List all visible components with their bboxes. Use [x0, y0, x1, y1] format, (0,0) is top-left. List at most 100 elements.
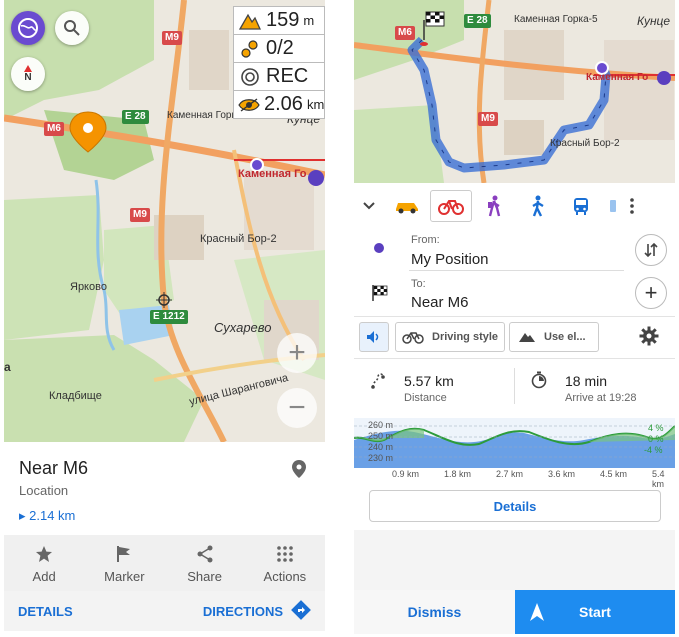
directions-icon [291, 599, 311, 623]
distance-value: 2.06 [264, 93, 303, 115]
zoom-in-button[interactable]: + [277, 333, 317, 373]
altitude-value: 159 [266, 9, 300, 31]
intermediate-points-widget[interactable]: 0/2 [233, 34, 325, 63]
compass-north-label: N [24, 72, 32, 83]
mode-bus[interactable] [561, 191, 601, 221]
altitude-unit: m [303, 13, 315, 28]
route-time-value: 18 min [565, 373, 608, 389]
gear-icon [639, 326, 659, 346]
elevation-chart[interactable]: 260 m 250 m 240 m 230 m 4 % 0 % -4 % [354, 418, 675, 468]
road-shield-m9-mid: M9 [130, 208, 150, 222]
bottom-spacer [354, 530, 675, 590]
driving-style-button[interactable]: Driving style [395, 322, 505, 352]
route-label-kamennaya-gor: Каменная Го [586, 72, 649, 83]
compass-icon: N [24, 65, 32, 83]
recording-widget[interactable]: REC [233, 62, 325, 91]
details-link[interactable]: DETAILS [18, 604, 73, 619]
marker-label: Marker [104, 568, 145, 584]
swap-button[interactable] [635, 234, 667, 266]
more-button[interactable] [625, 191, 639, 221]
speaker-icon [367, 331, 379, 343]
map-label-yarkovo: Ярково [70, 281, 107, 293]
grid-dots-icon [276, 543, 294, 565]
mode-car[interactable] [387, 191, 427, 221]
route-label-kamennaya-gorka5: Каменная Горка-5 [514, 14, 598, 25]
altitude-widget[interactable]: 159 m [233, 6, 325, 35]
chevron-down-icon [363, 202, 375, 210]
map-label-a: а [4, 360, 11, 374]
location-subtitle: Location [19, 483, 69, 498]
elevation-chart-canvas [354, 418, 675, 468]
grade-label: -4 % [644, 445, 663, 455]
distance-tick-label: 3.6 km [548, 469, 576, 479]
distance-tick-label: 2.7 km [496, 469, 524, 479]
from-value[interactable]: My Position [411, 251, 489, 268]
zoom-out-button[interactable]: − [277, 388, 317, 428]
star-icon [35, 543, 53, 565]
dismiss-button[interactable]: Dismiss [354, 590, 515, 634]
mountain-icon [238, 9, 262, 33]
right-screen: M6 E 28 M9 Каменная Горка-5 Кунце Каменн… [354, 0, 675, 637]
flag-icon [116, 543, 132, 565]
route-distance-label: Distance [404, 392, 447, 404]
elevation-y-label: 250 m [368, 431, 394, 441]
elevation-y-label: 230 m [368, 453, 394, 463]
pin-icon [292, 460, 306, 483]
settings-button[interactable] [639, 326, 659, 351]
to-label: To: [411, 278, 426, 290]
plus-icon: + [644, 280, 658, 305]
collapse-button[interactable] [354, 191, 384, 221]
actions-button[interactable]: Actions [245, 535, 325, 591]
map-view[interactable]: M6 E 28 M9 M9 E 1212 Каменная Горка Кунц… [4, 0, 325, 442]
route-distance-value: 5.57 km [404, 373, 454, 389]
add-button[interactable]: Add [4, 535, 84, 591]
directions-link[interactable]: DIRECTIONS [202, 599, 311, 623]
mountain-small-icon [519, 333, 535, 342]
compass-button[interactable]: N [11, 57, 45, 91]
hiker-icon [488, 195, 501, 217]
search-button[interactable] [55, 11, 89, 45]
start-button[interactable]: Start [515, 590, 675, 634]
route-distance-icon [370, 371, 386, 394]
record-icon [238, 65, 262, 89]
walker-icon [532, 195, 544, 217]
distance-tick-label: 4.5 km [600, 469, 628, 479]
grade-label: 0 % [648, 434, 664, 444]
card-footer: DETAILS DIRECTIONS [4, 591, 325, 631]
distance-tick-label: 5.4 km [652, 469, 665, 489]
share-label: Share [187, 568, 222, 584]
add-waypoint-button[interactable]: + [635, 277, 667, 309]
points-value: 0/2 [266, 37, 294, 59]
globe-icon [18, 18, 38, 38]
rec-label: REC [266, 65, 309, 87]
share-button[interactable]: Share [165, 535, 245, 591]
divider [354, 316, 675, 317]
road-shield-e28: E 28 [122, 110, 149, 124]
from-divider [409, 270, 624, 271]
route-road-shield-m6: M6 [395, 26, 415, 40]
left-screen: M6 E 28 M9 M9 E 1212 Каменная Горка Кунц… [4, 0, 325, 637]
stats-divider [514, 368, 515, 404]
globe-button[interactable] [11, 11, 45, 45]
elevation-y-label: 260 m [368, 420, 394, 430]
location-title: Near M6 [19, 458, 89, 478]
route-map-view[interactable]: M6 E 28 M9 Каменная Горка-5 Кунце Каменн… [354, 0, 675, 183]
map-label-sukharevo: Сухарево [214, 320, 272, 335]
timer-icon [531, 371, 547, 394]
to-value[interactable]: Near M6 [411, 294, 469, 311]
directions-label: DIRECTIONS [202, 603, 283, 619]
mode-hiking[interactable] [475, 191, 515, 221]
sound-button[interactable] [359, 322, 389, 352]
bus-icon [574, 198, 588, 215]
map-label-kamennaya-gor: Каменная Го [238, 168, 307, 180]
route-details-button[interactable]: Details [369, 490, 661, 522]
grade-label: 4 % [648, 423, 664, 433]
mode-bicycle[interactable] [430, 190, 472, 222]
marker-button[interactable]: Marker [84, 535, 164, 591]
use-elevation-button[interactable]: Use el... [509, 322, 599, 352]
transport-mode-bar [354, 186, 675, 226]
mode-walking[interactable] [518, 191, 558, 221]
mode-other[interactable] [604, 191, 622, 221]
distance-widget[interactable]: 2.06 km [233, 90, 325, 119]
elevation-y-label: 240 m [368, 442, 394, 452]
